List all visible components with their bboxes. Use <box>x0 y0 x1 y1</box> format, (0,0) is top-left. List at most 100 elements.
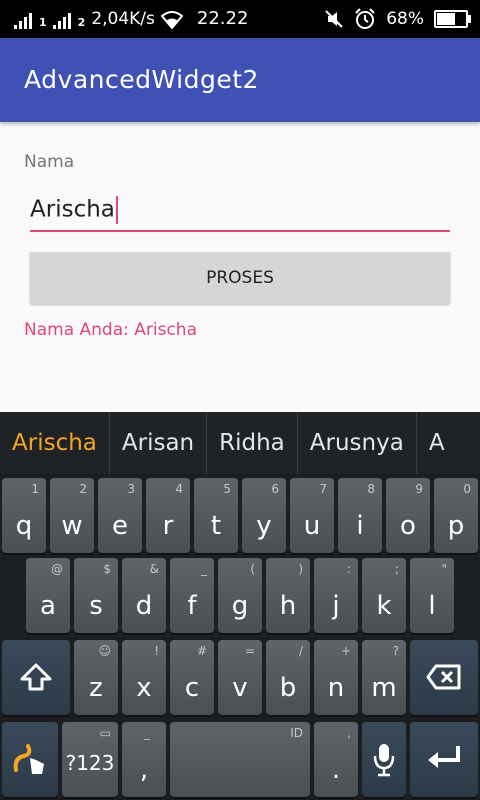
key-u[interactable]: 7u <box>290 478 334 553</box>
comma-key[interactable]: _ , <box>122 722 166 797</box>
key-hint: ) <box>298 562 303 576</box>
key-v[interactable]: = v <box>218 640 262 715</box>
signal-icon <box>14 11 32 29</box>
key-label: z <box>89 673 103 703</box>
key-b[interactable]: / b <box>266 640 310 715</box>
key-f[interactable]: _ f <box>170 558 214 633</box>
key-p[interactable]: 0p <box>434 478 478 553</box>
key-label: c <box>184 673 200 703</box>
key-label: g <box>231 591 249 621</box>
key-label: v <box>232 673 248 703</box>
key-z[interactable]: ☺ z <box>74 640 118 715</box>
key-label: u <box>303 511 321 541</box>
key-j[interactable]: :j <box>314 558 358 633</box>
key-s[interactable]: $ s <box>74 558 118 633</box>
key-hint: / <box>298 644 303 658</box>
key-label: e <box>112 511 128 541</box>
key-hint: ( <box>250 562 255 576</box>
key-hint: 2 <box>79 482 87 496</box>
key-r[interactable]: 4r <box>146 478 190 553</box>
network-speed: 2,04K/s <box>91 9 155 29</box>
key-g[interactable]: (g <box>218 558 262 633</box>
key-label: w <box>61 511 83 541</box>
suggestion-item[interactable]: A <box>417 412 457 474</box>
sim1-label: 1 <box>39 16 47 29</box>
key-l[interactable]: " l <box>410 558 454 633</box>
key-hint: 7 <box>319 482 327 496</box>
swype-key[interactable] <box>2 722 58 797</box>
soft-keyboard: Arischa Arisan Ridha Arusnya A 1q 2w 3e … <box>0 412 480 800</box>
key-o[interactable]: 9o <box>386 478 430 553</box>
key-label: t <box>210 511 222 541</box>
key-n[interactable]: + n <box>314 640 358 715</box>
key-hint: & <box>149 562 159 576</box>
key-label: i <box>356 511 364 541</box>
key-label: , <box>139 755 149 785</box>
key-hint: : <box>346 562 351 576</box>
key-hint: _ <box>201 562 207 576</box>
key-label: j <box>332 591 340 621</box>
result-text: Nama Anda: Arischa <box>24 320 197 340</box>
key-hint: # <box>196 644 207 658</box>
battery-icon <box>434 10 471 28</box>
clipboard-icon: ▭ <box>99 726 111 740</box>
key-a[interactable]: @ a <box>26 558 70 633</box>
key-label: f <box>187 591 197 621</box>
suggestion-item[interactable]: Ridha <box>207 412 298 474</box>
key-hint: ! <box>154 644 159 658</box>
wifi-icon <box>160 11 183 29</box>
name-label: Nama <box>24 152 75 172</box>
status-bar: 1 2 2,04K/s 22.22 68% <box>0 0 480 38</box>
key-hint: ; <box>394 562 399 576</box>
period-key[interactable]: , . <box>314 722 358 797</box>
suggestion-item[interactable]: Arusnya <box>298 412 417 474</box>
shift-key[interactable] <box>2 640 70 715</box>
key-hint: , <box>347 726 351 740</box>
app-title: AdvancedWidget2 <box>24 65 259 94</box>
key-e[interactable]: 3e <box>98 478 142 553</box>
enter-key[interactable] <box>410 722 478 797</box>
key-hint: 3 <box>127 482 135 496</box>
key-hint: " <box>441 562 447 576</box>
key-hint: 9 <box>415 482 423 496</box>
backspace-key[interactable] <box>410 640 478 715</box>
key-k[interactable]: ; k <box>362 558 406 633</box>
key-hint: ? <box>392 644 399 658</box>
space-key[interactable]: ID <box>170 722 310 797</box>
key-label: p <box>447 511 465 541</box>
key-hint: ☺ <box>98 644 111 658</box>
key-label: a <box>40 591 56 621</box>
enter-icon <box>428 746 460 768</box>
key-t[interactable]: 5t <box>194 478 238 553</box>
key-hint: 0 <box>463 482 471 496</box>
mic-key[interactable] <box>362 722 406 797</box>
key-hint: 5 <box>223 482 231 496</box>
key-y[interactable]: 6y <box>242 478 286 553</box>
clock: 22.22 <box>196 8 249 29</box>
proses-button[interactable]: PROSES <box>30 252 450 304</box>
key-m[interactable]: ? m <box>362 640 406 715</box>
key-hint: 8 <box>367 482 375 496</box>
key-hint: 4 <box>175 482 183 496</box>
symbols-key[interactable]: ▭ ?123 <box>62 722 118 797</box>
key-label: n <box>327 673 345 703</box>
swype-logo-icon <box>13 744 44 774</box>
key-label: s <box>89 591 103 621</box>
suggestion-bar: Arischa Arisan Ridha Arusnya A <box>0 412 480 474</box>
key-q[interactable]: 1q <box>2 478 46 553</box>
key-hint: $ <box>103 562 111 576</box>
key-h[interactable]: ) h <box>266 558 310 633</box>
key-i[interactable]: 8i <box>338 478 382 553</box>
key-x[interactable]: ! x <box>122 640 166 715</box>
key-w[interactable]: 2w <box>50 478 94 553</box>
key-label: y <box>256 511 272 541</box>
backspace-icon <box>426 664 461 690</box>
key-label: x <box>136 673 152 703</box>
key-label: m <box>371 673 397 703</box>
name-input[interactable]: Arischa <box>30 190 450 232</box>
suggestion-item[interactable]: Arisan <box>110 412 208 474</box>
suggestion-item[interactable]: Arischa <box>0 412 110 474</box>
alarm-icon <box>355 8 375 29</box>
key-c[interactable]: # c <box>170 640 214 715</box>
key-d[interactable]: & d <box>122 558 166 633</box>
